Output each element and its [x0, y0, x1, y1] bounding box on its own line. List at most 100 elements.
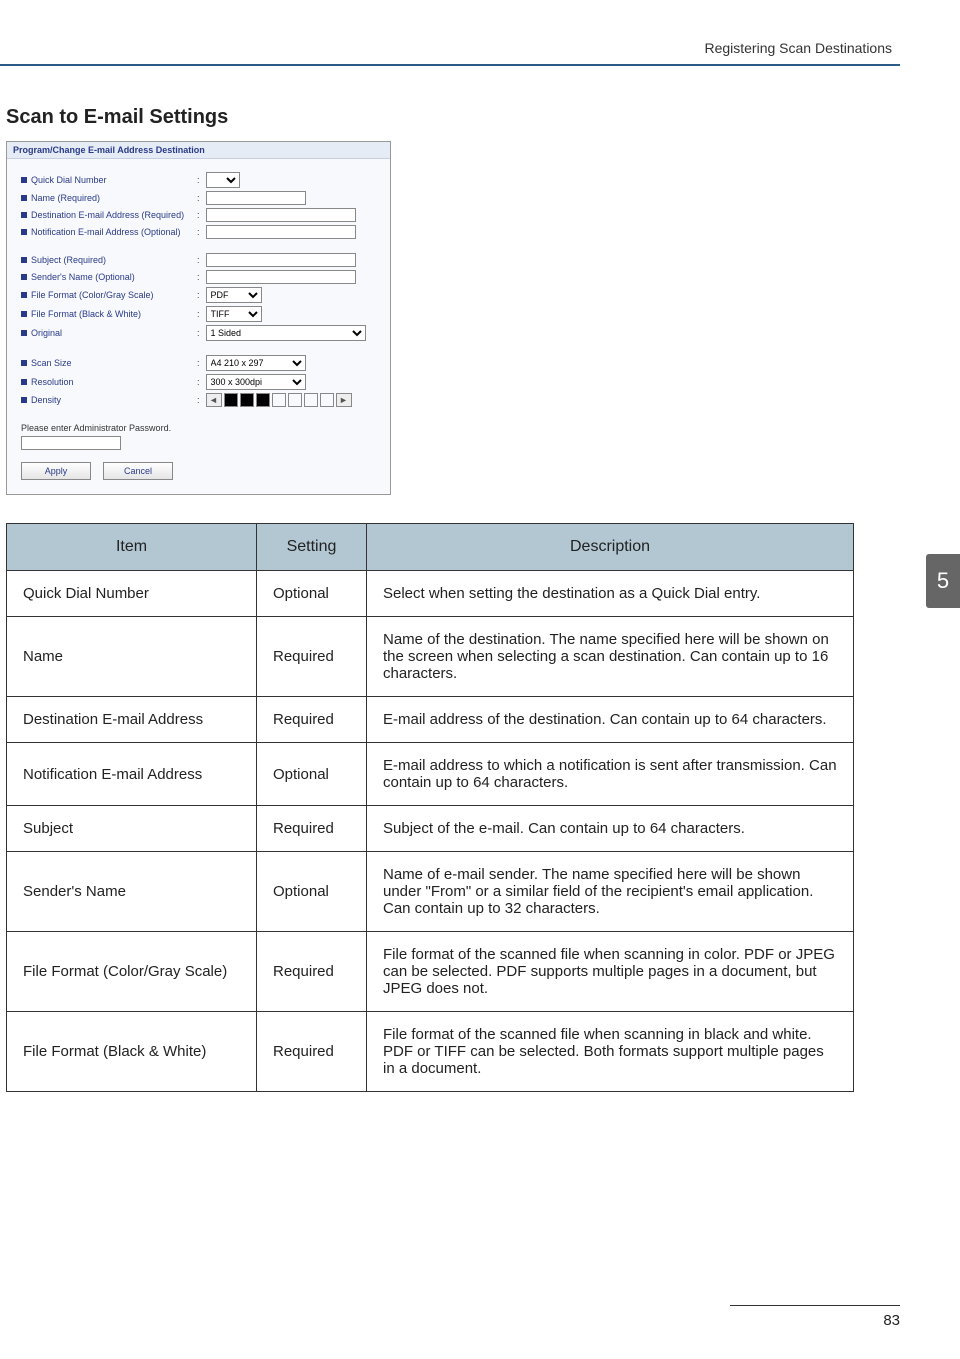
table-row: File Format (Color/Gray Scale)RequiredFi…: [7, 932, 854, 1012]
density-step[interactable]: [224, 393, 238, 407]
admin-password-input[interactable]: [21, 436, 121, 450]
screenshot-row: Subject (Required):: [21, 253, 376, 267]
screenshot-field-label: File Format (Color/Gray Scale): [21, 290, 191, 300]
page-footer: 83: [730, 1305, 900, 1329]
cell-item: Destination E-mail Address: [7, 697, 257, 743]
cell-description: File format of the scanned file when sca…: [367, 932, 854, 1012]
table-row: Quick Dial NumberOptionalSelect when set…: [7, 571, 854, 617]
cell-setting: Required: [257, 932, 367, 1012]
cancel-button[interactable]: Cancel: [103, 462, 173, 480]
cell-item: File Format (Color/Gray Scale): [7, 932, 257, 1012]
cell-setting: Optional: [257, 743, 367, 806]
density-step[interactable]: [256, 393, 270, 407]
density-step[interactable]: [320, 393, 334, 407]
screenshot-row: Quick Dial Number:: [21, 172, 376, 188]
screenshot-row: Notification E-mail Address (Optional):: [21, 225, 376, 239]
screenshot-row: Scan Size:A4 210 x 297: [21, 355, 376, 371]
cell-setting: Required: [257, 617, 367, 697]
cell-setting: Required: [257, 806, 367, 852]
select-input[interactable]: A4 210 x 297: [206, 355, 306, 371]
cell-setting: Required: [257, 697, 367, 743]
cell-item: Notification E-mail Address: [7, 743, 257, 806]
screenshot-field-label: Quick Dial Number: [21, 175, 191, 185]
density-increase-icon[interactable]: ►: [336, 393, 352, 407]
bullet-icon: [21, 330, 27, 336]
bullet-icon: [21, 292, 27, 298]
cell-description: Name of e-mail sender. The name specifie…: [367, 852, 854, 932]
screenshot-field-label: Resolution: [21, 377, 191, 387]
header-rule: [0, 64, 900, 66]
section-heading: Scan to E-mail Settings: [6, 106, 900, 129]
settings-table: Item Setting Description Quick Dial Numb…: [6, 523, 854, 1092]
cell-item: Quick Dial Number: [7, 571, 257, 617]
screenshot-field-label: Original: [21, 328, 191, 338]
cell-item: Subject: [7, 806, 257, 852]
screenshot-field-label: Name (Required): [21, 193, 191, 203]
select-input[interactable]: [206, 172, 240, 188]
bullet-icon: [21, 229, 27, 235]
cell-description: Name of the destination. The name specif…: [367, 617, 854, 697]
bullet-icon: [21, 397, 27, 403]
cell-setting: Optional: [257, 852, 367, 932]
select-input[interactable]: 1 Sided: [206, 325, 366, 341]
bullet-icon: [21, 195, 27, 201]
text-input[interactable]: [206, 208, 356, 222]
screenshot-field-label: Notification E-mail Address (Optional): [21, 227, 191, 237]
select-input[interactable]: TIFF: [206, 306, 262, 322]
bullet-icon: [21, 360, 27, 366]
table-row: Destination E-mail AddressRequiredE-mail…: [7, 697, 854, 743]
select-input[interactable]: PDF: [206, 287, 262, 303]
screenshot-field-label: Subject (Required): [21, 255, 191, 265]
table-header-setting: Setting: [257, 524, 367, 571]
bullet-icon: [21, 311, 27, 317]
cell-description: E-mail address of the destination. Can c…: [367, 697, 854, 743]
cell-description: Subject of the e-mail. Can contain up to…: [367, 806, 854, 852]
select-input[interactable]: 300 x 300dpi: [206, 374, 306, 390]
density-step[interactable]: [272, 393, 286, 407]
table-header-description: Description: [367, 524, 854, 571]
screenshot-row: Density:◄►: [21, 393, 376, 407]
screenshot-row: Sender's Name (Optional):: [21, 270, 376, 284]
text-input[interactable]: [206, 270, 356, 284]
screenshot-field-label: Destination E-mail Address (Required): [21, 210, 191, 220]
cell-item: Name: [7, 617, 257, 697]
density-step[interactable]: [288, 393, 302, 407]
screenshot-row: Destination E-mail Address (Required):: [21, 208, 376, 222]
cell-item: Sender's Name: [7, 852, 257, 932]
density-step[interactable]: [304, 393, 318, 407]
cell-setting: Optional: [257, 571, 367, 617]
cell-description: E-mail address to which a notification i…: [367, 743, 854, 806]
bullet-icon: [21, 257, 27, 263]
density-control[interactable]: ◄►: [206, 393, 352, 407]
table-row: NameRequiredName of the destination. The…: [7, 617, 854, 697]
text-input[interactable]: [206, 191, 306, 205]
cell-setting: Required: [257, 1012, 367, 1092]
screenshot-row: File Format (Black & White):TIFF: [21, 306, 376, 322]
cell-description: File format of the scanned file when sca…: [367, 1012, 854, 1092]
text-input[interactable]: [206, 225, 356, 239]
screenshot-field-label: Scan Size: [21, 358, 191, 368]
screenshot-field-label: File Format (Black & White): [21, 309, 191, 319]
bullet-icon: [21, 379, 27, 385]
screenshot-row: Name (Required):: [21, 191, 376, 205]
bullet-icon: [21, 212, 27, 218]
chapter-tab: 5: [926, 554, 960, 608]
page-number: 83: [730, 1312, 900, 1329]
apply-button[interactable]: Apply: [21, 462, 91, 480]
screenshot-row: Original:1 Sided: [21, 325, 376, 341]
table-row: Notification E-mail AddressOptionalE-mai…: [7, 743, 854, 806]
screenshot-row: Resolution:300 x 300dpi: [21, 374, 376, 390]
text-input[interactable]: [206, 253, 356, 267]
density-decrease-icon[interactable]: ◄: [206, 393, 222, 407]
bullet-icon: [21, 274, 27, 280]
bullet-icon: [21, 177, 27, 183]
cell-description: Select when setting the destination as a…: [367, 571, 854, 617]
screenshot-row: File Format (Color/Gray Scale):PDF: [21, 287, 376, 303]
table-row: File Format (Black & White)RequiredFile …: [7, 1012, 854, 1092]
running-header: Registering Scan Destinations: [0, 40, 900, 56]
cell-item: File Format (Black & White): [7, 1012, 257, 1092]
screenshot-panel: Program/Change E-mail Address Destinatio…: [6, 141, 391, 495]
table-row: Sender's NameOptionalName of e-mail send…: [7, 852, 854, 932]
table-header-item: Item: [7, 524, 257, 571]
density-step[interactable]: [240, 393, 254, 407]
